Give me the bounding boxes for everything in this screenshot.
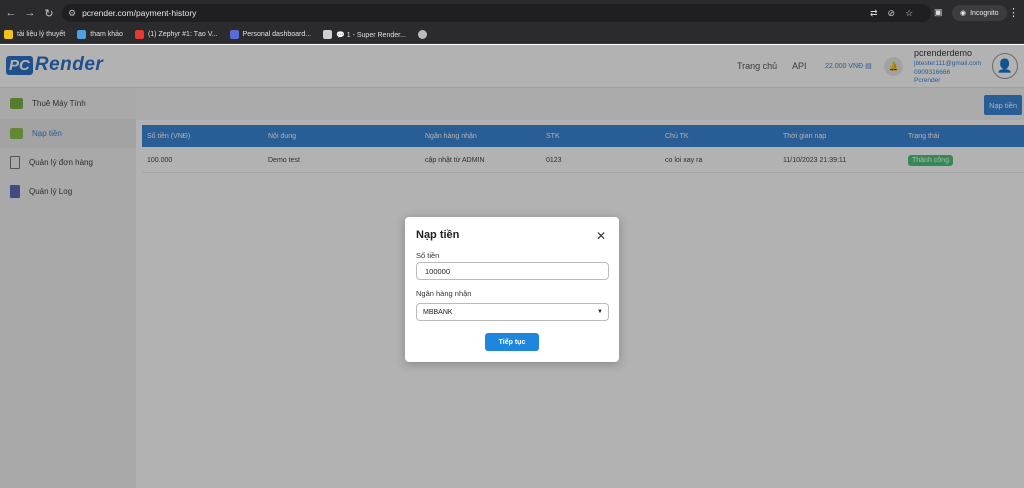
url-text: pcrender.com/payment-history — [82, 8, 197, 18]
incognito-label: Incognito — [970, 9, 999, 17]
bookmarks-bar: tài liệu lý thuyết tham khảo (1) Zephyr … — [0, 26, 1024, 44]
bookmark-label: tham khảo — [90, 31, 123, 38]
chevron-down-icon: ▼ — [597, 309, 603, 315]
forward-icon[interactable]: → — [22, 5, 38, 21]
amount-input[interactable]: 100000 — [416, 262, 609, 280]
bookmark-icon — [323, 30, 333, 39]
bank-select[interactable]: MBBANK ▼ — [416, 303, 609, 321]
site-info-icon[interactable]: ⚙ — [68, 8, 76, 19]
translate-icon[interactable]: ⇄ — [870, 8, 878, 19]
topup-modal: Nạp tiền ✕ Số tiền 100000 Ngân hàng nhận… — [405, 217, 619, 362]
star-icon[interactable]: ☆ — [905, 8, 913, 19]
bookmark[interactable] — [417, 30, 427, 39]
bookmark-label: tài liệu lý thuyết — [17, 31, 66, 38]
incognito-badge[interactable]: ◉ Incognito — [952, 5, 1007, 21]
bookmark-label: 💬 1 - Super Render... — [336, 31, 406, 39]
reload-icon[interactable]: ↻ — [41, 5, 57, 21]
youtube-icon — [134, 30, 144, 39]
bookmark[interactable]: tài liệu lý thuyết — [4, 30, 65, 39]
bookmark[interactable]: (1) Zephyr #1: Tạo V... — [134, 30, 218, 39]
bank-select-value: MBBANK — [423, 308, 453, 316]
bookmark-icon — [4, 30, 13, 39]
back-icon[interactable]: ← — [3, 5, 19, 21]
bookmark[interactable]: 💬 1 - Super Render... — [323, 30, 406, 39]
continue-button[interactable]: Tiếp tục — [485, 333, 539, 351]
bookmark-icon — [77, 30, 87, 39]
address-bar[interactable]: ⚙ pcrender.com/payment-history — [62, 4, 931, 22]
browser-menu-icon[interactable]: ⋮ — [1008, 6, 1019, 19]
browser-toolbar: ← → ↻ ⚙ pcrender.com/payment-history ⇄ ⊘… — [0, 0, 1024, 26]
eye-off-icon[interactable]: ⊘ — [888, 8, 896, 19]
close-icon[interactable]: ✕ — [596, 229, 606, 243]
bookmark-label: (1) Zephyr #1: Tạo V... — [147, 31, 218, 38]
side-panel-icon[interactable]: ▣ — [934, 7, 943, 18]
globe-icon — [417, 30, 427, 39]
amount-label: Số tiền — [416, 251, 440, 260]
bookmark-label: Personal dashboard... — [242, 31, 312, 38]
bank-label: Ngân hàng nhận — [416, 289, 472, 298]
bookmark[interactable]: Personal dashboard... — [229, 30, 312, 39]
modal-title: Nạp tiền — [416, 229, 460, 241]
incognito-icon: ◉ — [960, 10, 967, 17]
bookmark-icon — [229, 30, 239, 39]
bookmark[interactable]: tham khảo — [77, 30, 123, 39]
